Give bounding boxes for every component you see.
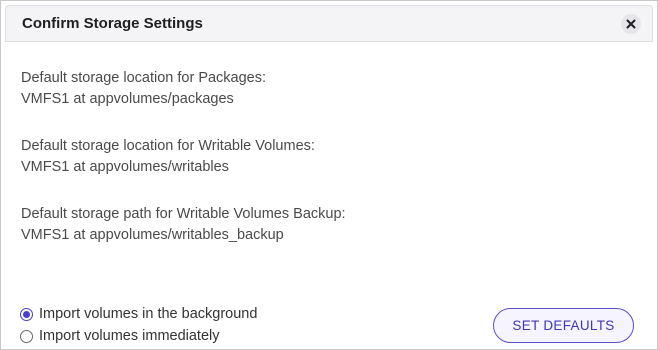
close-button[interactable] [621, 14, 641, 34]
import-background-label: Import volumes in the background [39, 306, 258, 322]
import-options-radio-group: Import volumes in the background Import … [20, 303, 257, 347]
packages-storage-setting: Default storage location for Packages: V… [21, 68, 266, 110]
writables-backup-label: Default storage path for Writable Volume… [21, 206, 346, 222]
writables-backup-value: VMFS1 at appvolumes/writables_backup [21, 227, 284, 243]
import-background-option[interactable]: Import volumes in the background [20, 303, 257, 325]
close-icon [626, 19, 636, 29]
writables-storage-label: Default storage location for Writable Vo… [21, 138, 315, 154]
import-immediately-option[interactable]: Import volumes immediately [20, 325, 257, 347]
packages-storage-value: VMFS1 at appvolumes/packages [21, 91, 234, 107]
writables-storage-setting: Default storage location for Writable Vo… [21, 136, 315, 178]
writables-storage-value: VMFS1 at appvolumes/writables [21, 159, 229, 175]
set-defaults-button[interactable]: SET DEFAULTS [493, 308, 634, 343]
dialog-header: Confirm Storage Settings [5, 5, 653, 42]
import-immediately-label: Import volumes immediately [39, 328, 220, 344]
confirm-storage-dialog: Confirm Storage Settings Default storage… [0, 0, 658, 350]
import-background-radio[interactable] [20, 307, 33, 321]
dialog-title: Confirm Storage Settings [22, 15, 203, 32]
packages-storage-label: Default storage location for Packages: [21, 70, 267, 86]
writables-backup-setting: Default storage path for Writable Volume… [21, 204, 346, 246]
import-immediately-radio[interactable] [20, 329, 33, 343]
